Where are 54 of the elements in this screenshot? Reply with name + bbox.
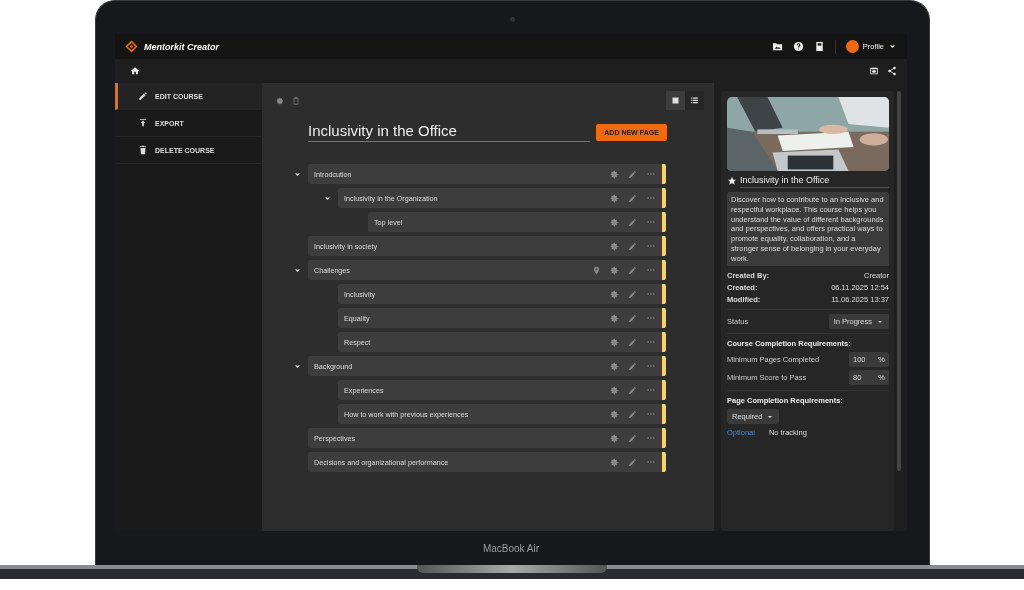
app-title: Mentorkit Creator xyxy=(144,41,219,52)
image-folder-icon xyxy=(771,41,783,52)
settings-icon xyxy=(610,433,619,443)
pencil-icon xyxy=(628,409,637,419)
block-view-icon xyxy=(671,96,680,105)
book-button[interactable] xyxy=(813,41,825,52)
pencil-icon xyxy=(628,241,637,251)
clipboard-icon xyxy=(292,96,300,105)
list-view-icon xyxy=(690,96,699,105)
camera-dot xyxy=(510,17,515,22)
pencil-icon xyxy=(628,289,637,299)
share-icon xyxy=(887,66,897,76)
scrollbar[interactable] xyxy=(897,91,901,471)
course-title-field[interactable]: Inclusivity in the Office xyxy=(308,122,591,142)
pencil-icon xyxy=(138,91,148,101)
course-name-field[interactable]: Inclusivity in the Office xyxy=(740,173,889,188)
settings-icon xyxy=(610,409,619,419)
home-icon xyxy=(130,66,140,76)
media-button[interactable] xyxy=(771,41,783,52)
settings-icon xyxy=(610,169,619,179)
settings-icon xyxy=(610,457,619,467)
share-button[interactable] xyxy=(887,66,897,76)
laptop-label: MacBook Air xyxy=(482,542,540,554)
help-button[interactable] xyxy=(792,41,804,52)
logo-icon xyxy=(125,40,138,53)
settings-icon xyxy=(610,385,619,395)
help-icon xyxy=(792,41,804,52)
pencil-icon xyxy=(628,337,637,347)
preview-button[interactable] xyxy=(869,66,879,76)
settings-icon xyxy=(610,313,619,323)
preview-icon xyxy=(869,66,879,76)
pencil-icon xyxy=(628,361,637,371)
pencil-icon xyxy=(628,313,637,323)
pencil-icon xyxy=(628,169,637,179)
pencil-icon xyxy=(628,433,637,443)
settings-icon xyxy=(610,193,619,203)
settings-icon xyxy=(610,241,619,251)
pencil-icon xyxy=(628,193,637,203)
pencil-icon xyxy=(628,457,637,467)
chevron-icon xyxy=(888,42,897,51)
pin-icon xyxy=(592,265,601,275)
settings-icon xyxy=(610,361,619,371)
pencil-icon xyxy=(628,265,637,275)
book-icon xyxy=(813,41,825,52)
trash-icon xyxy=(138,145,148,155)
settings-icon xyxy=(610,217,619,227)
settings-icon xyxy=(610,265,619,275)
settings-icon xyxy=(276,96,284,105)
settings-icon xyxy=(610,289,619,299)
pencil-icon xyxy=(628,385,637,395)
settings-icon xyxy=(610,337,619,347)
upload-icon xyxy=(138,118,148,128)
view-toggle[interactable] xyxy=(666,91,685,110)
pencil-icon xyxy=(628,217,637,227)
